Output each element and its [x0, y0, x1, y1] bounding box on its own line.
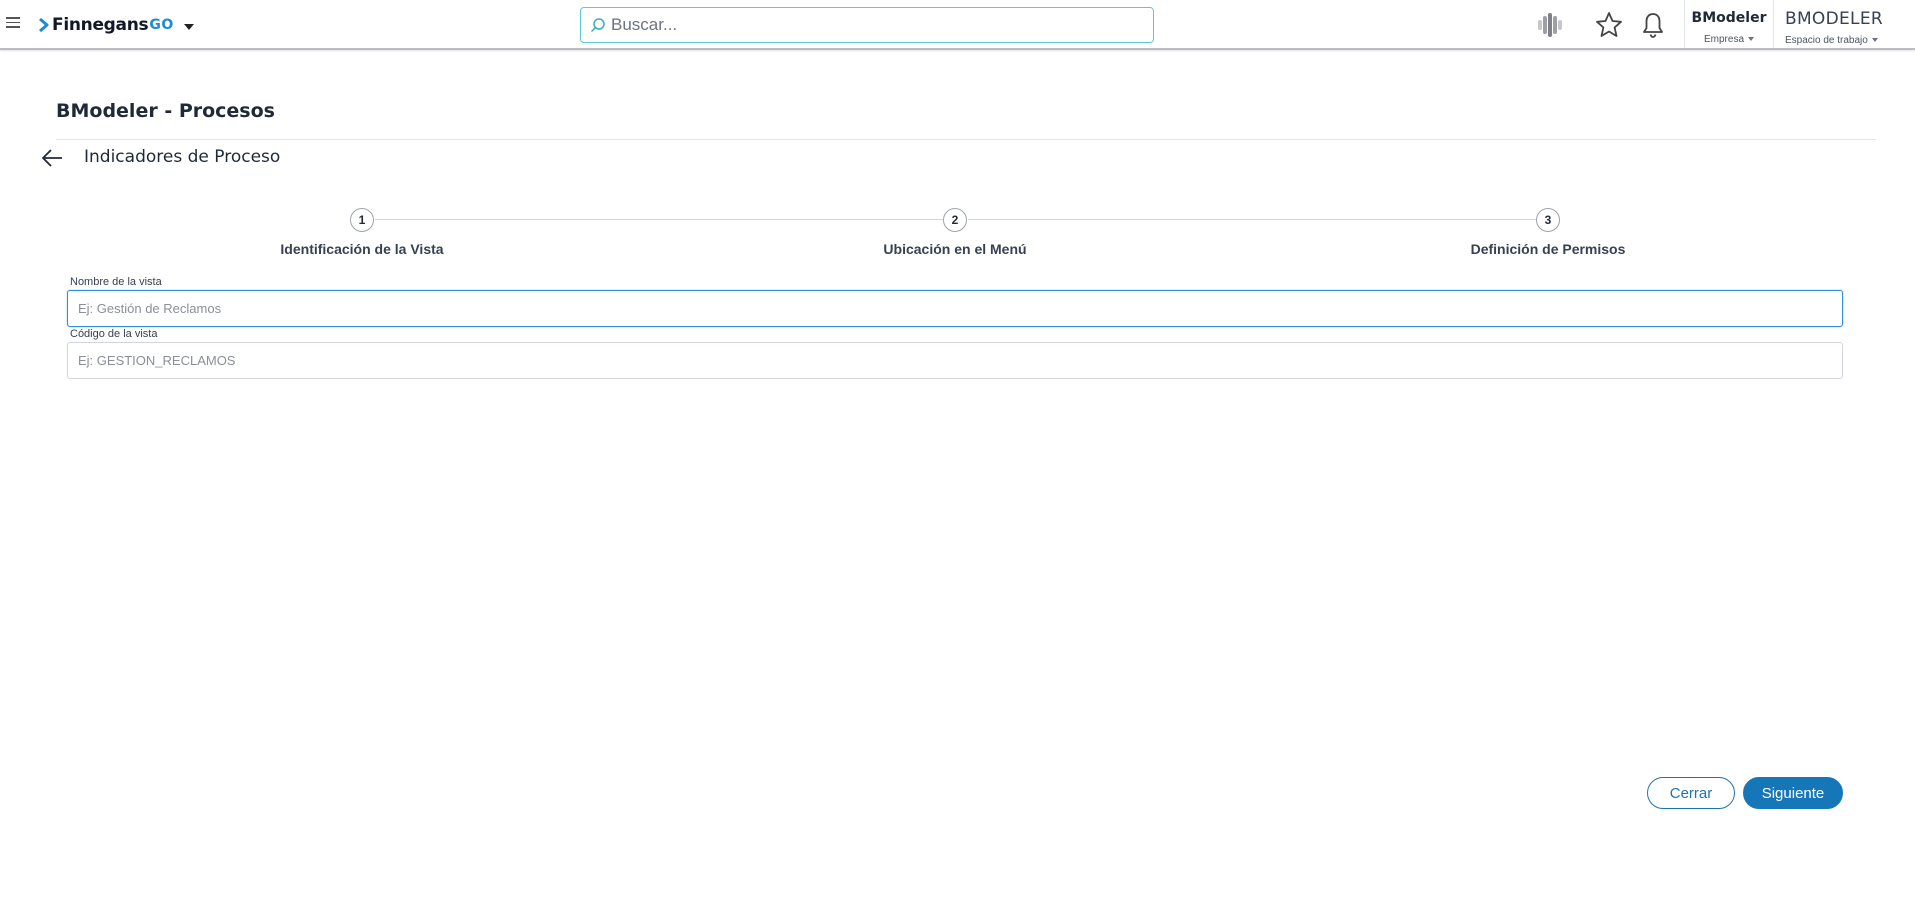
company-selector[interactable]: BModeler Empresa	[1686, 0, 1772, 48]
bell-icon[interactable]	[1638, 10, 1668, 40]
step-3-indicator[interactable]: 3	[1536, 208, 1560, 232]
stepper-connector	[375, 219, 944, 220]
search-input[interactable]	[611, 15, 1131, 35]
step-1-indicator[interactable]: 1	[350, 208, 374, 232]
chevron-down-icon	[1748, 37, 1754, 42]
close-button[interactable]: Cerrar	[1647, 777, 1735, 809]
step-3-label: Definición de Permisos	[1470, 241, 1626, 257]
hamburger-menu-icon[interactable]	[6, 14, 20, 34]
step-2-label: Ubicación en el Menú	[883, 241, 1027, 257]
company-label: Empresa	[1703, 34, 1744, 45]
star-icon[interactable]	[1594, 10, 1624, 40]
company-name: BModeler	[1691, 10, 1767, 26]
global-search[interactable]	[580, 7, 1154, 43]
brand-suffix: GO	[149, 17, 174, 33]
app-logo-switcher[interactable]: Finnegans GO	[38, 12, 194, 38]
step-2-indicator[interactable]: 2	[943, 208, 967, 232]
step-1-label: Identificación de la Vista	[280, 241, 444, 257]
workspace-selector[interactable]: BMODELER Espacio de trabajo	[1775, 0, 1915, 48]
view-code-field[interactable]	[67, 342, 1843, 379]
assistant-icon[interactable]	[1535, 10, 1565, 40]
company-label-row: Empresa	[1686, 34, 1772, 45]
divider	[1773, 0, 1774, 48]
view-name-label: Nombre de la vista	[70, 276, 162, 288]
workspace-label: Espacio de trabajo	[1785, 35, 1868, 46]
page-title: BModeler - Procesos	[56, 100, 275, 122]
logo-chevron-icon	[39, 18, 49, 32]
workspace-label-row: Espacio de trabajo	[1785, 35, 1915, 46]
view-name-field[interactable]	[67, 290, 1843, 327]
view-name-input[interactable]	[78, 301, 1818, 316]
workspace-name: BMODELER	[1785, 9, 1883, 29]
divider	[1684, 0, 1685, 48]
back-arrow-icon[interactable]	[40, 146, 64, 170]
view-code-label: Código de la vista	[70, 328, 158, 340]
chevron-down-icon	[1871, 38, 1878, 43]
top-bar: Finnegans GO BModeler E	[0, 0, 1915, 50]
chevron-down-icon	[183, 23, 194, 30]
stepper-connector	[968, 219, 1537, 220]
search-icon	[590, 18, 605, 33]
next-button[interactable]: Siguiente	[1743, 777, 1843, 809]
page-subtitle: Indicadores de Proceso	[84, 147, 281, 167]
divider	[56, 139, 1876, 140]
brand-name: Finnegans	[52, 15, 149, 35]
view-code-input[interactable]	[78, 353, 1818, 368]
